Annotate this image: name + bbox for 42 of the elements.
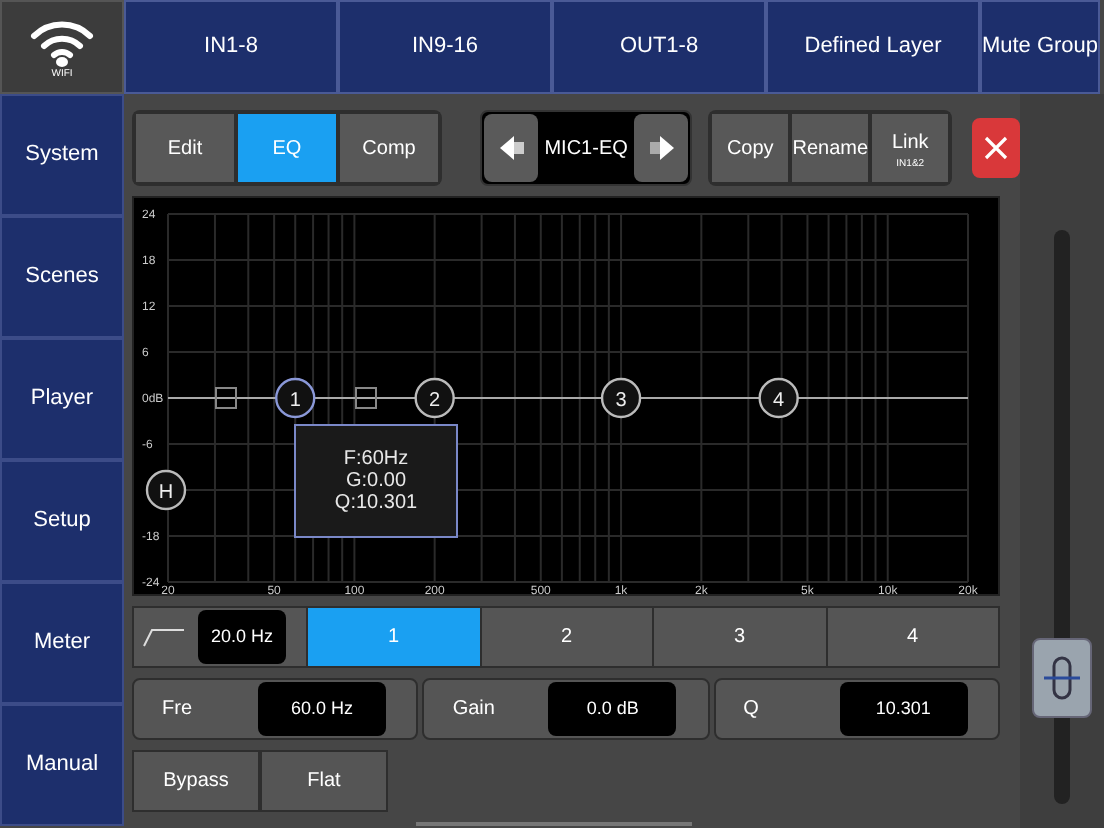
- eq-band-node[interactable]: 2: [414, 377, 455, 419]
- tooltip-text: G:0.00: [345, 470, 407, 492]
- layer-tab[interactable]: Mute Group: [980, 0, 1100, 94]
- left-arrow-icon: [497, 134, 525, 162]
- layer-tab[interactable]: IN1-8: [124, 0, 338, 94]
- action-button[interactable]: Flat: [260, 750, 388, 812]
- parameter-value-field[interactable]: 60.0 Hz: [258, 682, 386, 736]
- layer-tab[interactable]: OUT1-8: [552, 0, 766, 94]
- sidebar-item[interactable]: System: [0, 94, 124, 216]
- close-icon: [982, 134, 1011, 162]
- filter-handle[interactable]: [355, 387, 377, 409]
- eq-band-node[interactable]: 4: [758, 377, 799, 419]
- layer-tab[interactable]: Defined Layer: [766, 0, 980, 94]
- parameter-value-field[interactable]: 10.301: [839, 682, 968, 736]
- mode-tab[interactable]: Comp: [338, 112, 440, 184]
- sidebar-item[interactable]: Manual: [0, 704, 124, 826]
- close-button[interactable]: [972, 118, 1020, 178]
- tooltip-text: Q:10.301: [334, 492, 418, 514]
- action-button[interactable]: Bypass: [132, 750, 260, 812]
- layer-tab[interactable]: IN9-16: [338, 0, 552, 94]
- parameter-value-field[interactable]: 0.0 dB: [548, 682, 677, 736]
- filter-handle[interactable]: [215, 387, 237, 409]
- tooltip-text: F:60Hz: [343, 448, 409, 470]
- sidebar-item[interactable]: Setup: [0, 460, 124, 582]
- right-arrow-icon: [647, 134, 676, 162]
- parameter-label: Q: [741, 696, 761, 724]
- previous-button[interactable]: [484, 114, 538, 182]
- high-pass-node[interactable]: H: [145, 469, 187, 511]
- parameter-label: Fre: [160, 696, 194, 724]
- sidebar-item[interactable]: Meter: [0, 582, 124, 704]
- fader-thumb[interactable]: [1032, 637, 1092, 718]
- parameter-label: Gain: [450, 696, 497, 724]
- eq-band-node[interactable]: 3: [600, 377, 642, 419]
- action-button[interactable]: Rename: [790, 112, 871, 184]
- next-button[interactable]: [634, 114, 689, 182]
- fader-grip-icon: [1042, 651, 1082, 704]
- action-button[interactable]: Copy: [710, 112, 791, 184]
- sidebar-item[interactable]: Player: [0, 338, 124, 460]
- channel-name: MIC1-EQ: [544, 135, 628, 163]
- mode-tab[interactable]: Edit: [134, 112, 236, 184]
- sidebar-item[interactable]: Scenes: [0, 216, 124, 338]
- eq-band-node[interactable]: 1: [275, 377, 316, 419]
